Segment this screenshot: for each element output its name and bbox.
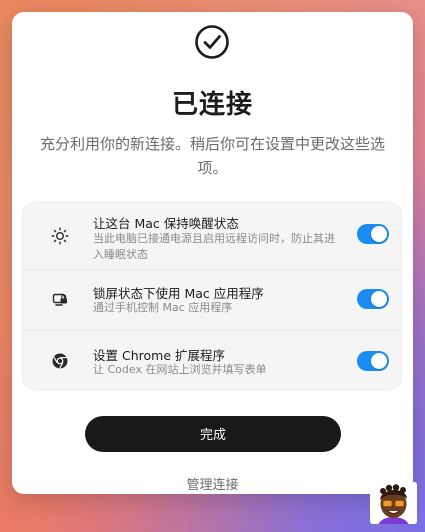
manage-connections-link[interactable]: 管理连接 — [12, 474, 413, 493]
option-locked-apps: 锁屏状态下使用 Mac 应用程序 通过手机控制 Mac 应用程序 — [23, 269, 401, 329]
toggle-knob — [371, 353, 387, 369]
done-button[interactable]: 完成 — [85, 416, 341, 452]
options-list: 让这台 Mac 保持唤醒状态 当此电脑已接通电源且启用远程访问时，防止其进入睡眠… — [22, 202, 402, 390]
dialog-subtitle: 充分利用你的新连接。稍后你可在设置中更改这些选项。 — [39, 135, 385, 177]
check-circle-icon — [195, 25, 229, 59]
toggle-knob — [371, 291, 387, 307]
connected-dialog: 已连接 充分利用你的新连接。稍后你可在设置中更改这些选项。 让这台 Mac 保持… — [12, 12, 413, 494]
chrome-extension-toggle[interactable] — [357, 351, 389, 371]
memoji-avatar-icon — [370, 482, 417, 524]
option-description: 通过手机控制 Mac 应用程序 — [93, 301, 233, 314]
option-chrome-extension: 设置 Chrome 扩展程序 让 Codex 在网站上浏览并填写表单 — [23, 331, 401, 391]
locked-apps-toggle[interactable] — [357, 289, 389, 309]
mac-lock-icon — [52, 293, 67, 306]
option-keep-awake: 让这台 Mac 保持唤醒状态 当此电脑已接通电源且启用远程访问时，防止其进入睡眠… — [23, 203, 401, 265]
sun-icon — [51, 227, 69, 245]
option-title: 让这台 Mac 保持唤醒状态 — [93, 216, 239, 231]
chrome-icon — [52, 353, 68, 369]
avatar[interactable] — [370, 482, 417, 524]
keep-awake-toggle[interactable] — [357, 224, 389, 244]
toggle-knob — [371, 226, 387, 242]
dialog-title: 已连接 — [171, 90, 253, 120]
option-description: 让 Codex 在网站上浏览并填写表单 — [93, 363, 267, 376]
option-description: 当此电脑已接通电源且启用远程访问时，防止其进入睡眠状态 — [93, 232, 335, 261]
